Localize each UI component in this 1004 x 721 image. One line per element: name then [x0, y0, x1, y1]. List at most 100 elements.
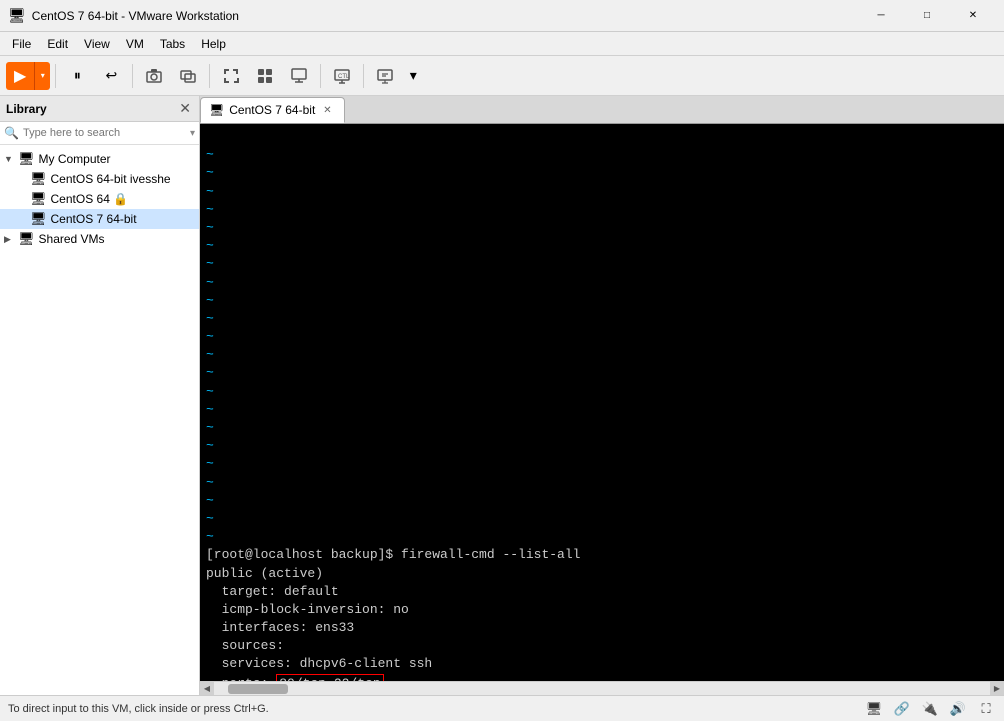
tilde-line: ~	[206, 475, 214, 490]
unity-button[interactable]	[249, 60, 281, 92]
toolbar-separator-1	[55, 64, 56, 88]
search-input[interactable]	[23, 127, 190, 139]
sidebar-item-my-computer[interactable]: ▼ 🖥 My Computer	[0, 149, 199, 169]
tilde-line: ~	[206, 529, 214, 544]
tilde-line: ~	[206, 402, 214, 417]
sidebar-search-bar[interactable]: 🔍 ▾	[0, 122, 199, 145]
menu-vm[interactable]: VM	[118, 35, 152, 53]
snapshot-manager-button[interactable]	[172, 60, 204, 92]
tilde-line: ~	[206, 202, 214, 217]
toolbar: ▶ ▾ ⏸ ↩ CTL ▾	[0, 56, 1004, 96]
tilde-line: ~	[206, 456, 214, 471]
sidebar-item-centos64[interactable]: 🖥 CentOS 64 🔒	[0, 189, 199, 209]
power-button-group: ▶ ▾	[6, 62, 50, 90]
scroll-thumb[interactable]	[228, 684, 288, 694]
fullscreen-button[interactable]	[215, 60, 247, 92]
tab-vm-icon: 🖥	[209, 103, 224, 117]
send-ctrlaltdel-button[interactable]: CTL	[326, 60, 358, 92]
scroll-track[interactable]	[228, 684, 976, 694]
tilde-line: ~	[206, 365, 214, 380]
search-dropdown-arrow[interactable]: ▾	[190, 128, 195, 139]
status-icon-fullscreen[interactable]: ⛶	[976, 699, 996, 719]
sidebar-item-centos64-ivesshe[interactable]: 🖥 CentOS 64-bit ivesshe	[0, 169, 199, 189]
computer-icon: 🖥	[18, 151, 35, 167]
minimize-button[interactable]: ─	[858, 0, 904, 32]
power-main-button[interactable]: ▶	[6, 62, 34, 90]
switch-view-button[interactable]	[283, 60, 315, 92]
toolbar-separator-5	[363, 64, 364, 88]
view-settings-button[interactable]	[369, 60, 401, 92]
tilde-line: ~	[206, 220, 214, 235]
tilde-line: ~	[206, 147, 214, 162]
svg-text:CTL: CTL	[338, 74, 350, 80]
snapshot-button[interactable]	[138, 60, 170, 92]
view-options-dropdown[interactable]: ▾	[403, 60, 423, 92]
status-icon-audio[interactable]: 🔊	[948, 699, 968, 719]
main-layout: Library ✕ 🔍 ▾ ▼ 🖥 My Computer 🖥 CentOS 6…	[0, 96, 1004, 695]
sidebar-item-centos7-64[interactable]: 🖥 CentOS 7 64-bit	[0, 209, 199, 229]
sidebar: Library ✕ 🔍 ▾ ▼ 🖥 My Computer 🖥 CentOS 6…	[0, 96, 200, 695]
maximize-button[interactable]: □	[904, 0, 950, 32]
tilde-line: ~	[206, 165, 214, 180]
menu-view[interactable]: View	[76, 35, 118, 53]
tab-centos7-64[interactable]: 🖥 CentOS 7 64-bit ✕	[200, 97, 345, 123]
terminal-output-sources: sources:	[206, 638, 292, 653]
terminal-display[interactable]: ~ ~ ~ ~ ~ ~ ~ ~ ~ ~ ~ ~ ~ ~ ~ ~ ~ ~ ~ ~ …	[200, 124, 1004, 681]
menu-tabs[interactable]: Tabs	[152, 35, 193, 53]
tilde-line: ~	[206, 511, 214, 526]
sidebar-label-my-computer: My Computer	[39, 152, 111, 166]
tilde-line: ~	[206, 238, 214, 253]
sidebar-label-centos64: CentOS 64 🔒	[51, 192, 129, 206]
vm-icon-centos7-64: 🖥	[30, 211, 47, 227]
scroll-right-button[interactable]: ▶	[990, 682, 1004, 696]
tilde-line: ~	[206, 329, 214, 344]
tab-label: CentOS 7 64-bit	[229, 103, 315, 117]
power-dropdown-button[interactable]: ▾	[34, 62, 50, 90]
tilde-line: ~	[206, 275, 214, 290]
menu-edit[interactable]: Edit	[39, 35, 76, 53]
title-text: CentOS 7 64-bit - VMware Workstation	[32, 9, 858, 23]
status-icon-network[interactable]: 🔗	[892, 699, 912, 719]
tab-close-button[interactable]: ✕	[323, 105, 331, 116]
horizontal-scrollbar[interactable]: ◀ ▶	[200, 681, 1004, 695]
toolbar-separator-3	[209, 64, 210, 88]
suspend-button[interactable]: ⏸	[61, 60, 93, 92]
sidebar-item-shared-vms[interactable]: ▶ 🖥 Shared VMs	[0, 229, 199, 249]
tilde-line: ~	[206, 347, 214, 362]
terminal-command-line: [root@localhost backup]$ firewall-cmd --…	[206, 547, 580, 562]
expand-icon-my-computer: ▼	[4, 154, 16, 164]
window-controls: ─ □ ✕	[858, 0, 996, 32]
vm-content-area[interactable]: 🖥 CentOS 7 64-bit ✕ ~ ~ ~ ~ ~ ~ ~ ~ ~ ~ …	[200, 96, 1004, 695]
shared-vms-icon: 🖥	[18, 231, 35, 247]
sidebar-header: Library ✕	[0, 96, 199, 122]
sidebar-label-centos64-ivesshe: CentOS 64-bit ivesshe	[51, 172, 171, 186]
tilde-line: ~	[206, 384, 214, 399]
ports-highlight: 80/tcp 22/tcp	[276, 674, 383, 681]
close-button[interactable]: ✕	[950, 0, 996, 32]
tilde-line: ~	[206, 438, 214, 453]
tilde-line: ~	[206, 293, 214, 308]
sidebar-close-button[interactable]: ✕	[177, 100, 193, 117]
app-icon: 🖥	[8, 7, 26, 24]
terminal-output-target: target: default	[206, 584, 339, 599]
search-icon: 🔍	[4, 126, 19, 140]
menu-file[interactable]: File	[4, 35, 39, 53]
tilde-line: ~	[206, 311, 214, 326]
terminal-output-icmp-block: icmp-block-inversion: no	[206, 602, 409, 617]
sidebar-tree: ▼ 🖥 My Computer 🖥 CentOS 64-bit ivesshe …	[0, 145, 199, 695]
expand-icon-shared-vms: ▶	[4, 234, 16, 245]
status-icon-usb[interactable]: 🔌	[920, 699, 940, 719]
tilde-line: ~	[206, 493, 214, 508]
menu-help[interactable]: Help	[193, 35, 234, 53]
tab-bar: 🖥 CentOS 7 64-bit ✕	[200, 96, 1004, 124]
terminal-output-services: services: dhcpv6-client ssh	[206, 656, 432, 671]
tilde-line: ~	[206, 256, 214, 271]
titlebar: 🖥 CentOS 7 64-bit - VMware Workstation ─…	[0, 0, 1004, 32]
revert-button[interactable]: ↩	[95, 60, 127, 92]
toolbar-separator-2	[132, 64, 133, 88]
status-icon-monitor[interactable]: 🖥	[864, 699, 884, 719]
scroll-left-button[interactable]: ◀	[200, 682, 214, 696]
tilde-line: ~	[206, 420, 214, 435]
vm-icon-centos64-ivesshe: 🖥	[30, 171, 47, 187]
statusbar-text: To direct input to this VM, click inside…	[8, 703, 269, 715]
